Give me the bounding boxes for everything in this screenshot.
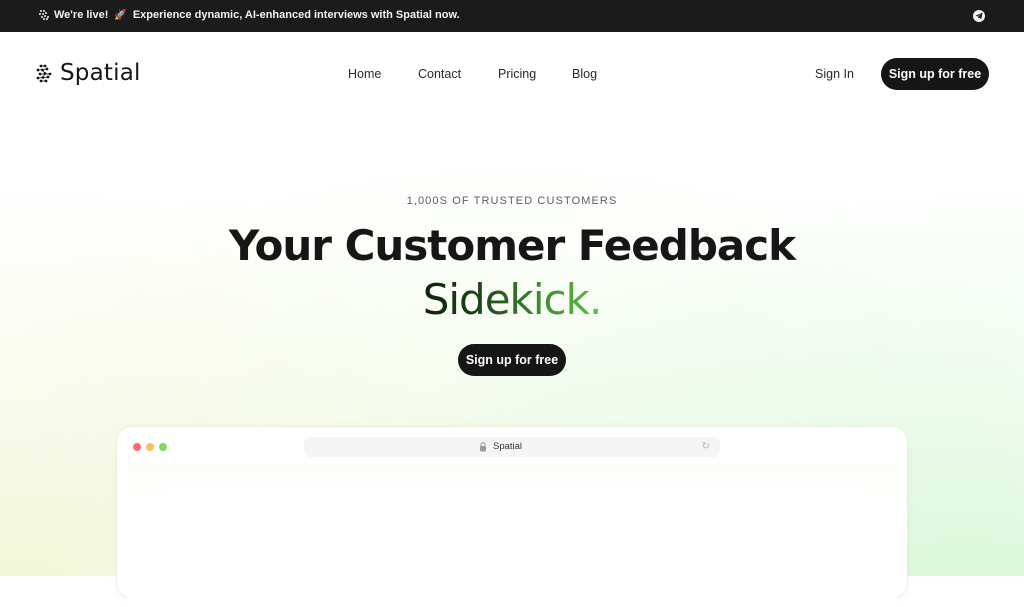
- hero-headline: Your Customer Feedback: [228, 221, 796, 270]
- hero-headline-accent: Sidekick.: [0, 276, 1024, 324]
- announcement-message[interactable]: We're live! 🚀 Experience dynamic, AI-enh…: [38, 9, 460, 21]
- minimize-dot: [146, 443, 154, 451]
- paper-plane-icon: [975, 12, 983, 20]
- nav-link-pricing[interactable]: Pricing: [498, 67, 536, 81]
- nav-link-blog[interactable]: Blog: [572, 67, 597, 81]
- sparkle-icon: [39, 10, 49, 20]
- hero-eyebrow: 1,000S OF TRUSTED CUSTOMERS: [406, 195, 618, 207]
- hero-signup-button[interactable]: Sign up for free: [458, 344, 566, 376]
- live-label: We're live!: [54, 9, 109, 21]
- hero-accent-word: Sidekick.: [422, 275, 603, 324]
- window-controls: [133, 443, 167, 451]
- nav-link-home[interactable]: Home: [348, 67, 381, 81]
- nav-link-contact[interactable]: Contact: [418, 67, 461, 81]
- telegram-icon[interactable]: [973, 10, 985, 22]
- spatial-logo-icon: [36, 64, 52, 83]
- rocket-icon: 🚀: [114, 9, 127, 21]
- sign-in-link[interactable]: Sign In: [815, 67, 854, 81]
- maximize-dot: [159, 443, 167, 451]
- address-bar: Spatial ↻: [304, 437, 720, 457]
- nav-signup-button[interactable]: Sign up for free: [881, 58, 989, 90]
- address-text: Spatial: [493, 441, 523, 452]
- reload-icon: ↻: [701, 441, 710, 452]
- browser-mockup: Spatial ↻: [117, 427, 907, 607]
- brand-logo[interactable]: Spatial: [35, 60, 141, 86]
- close-dot: [133, 443, 141, 451]
- announcement-text: Experience dynamic, AI-enhanced intervie…: [132, 9, 460, 21]
- browser-content: [127, 465, 897, 607]
- brand-name: Spatial: [60, 60, 141, 86]
- lock-icon: [480, 442, 486, 452]
- content-panel: [163, 487, 863, 607]
- announcement-bar: We're live! 🚀 Experience dynamic, AI-enh…: [0, 0, 1024, 32]
